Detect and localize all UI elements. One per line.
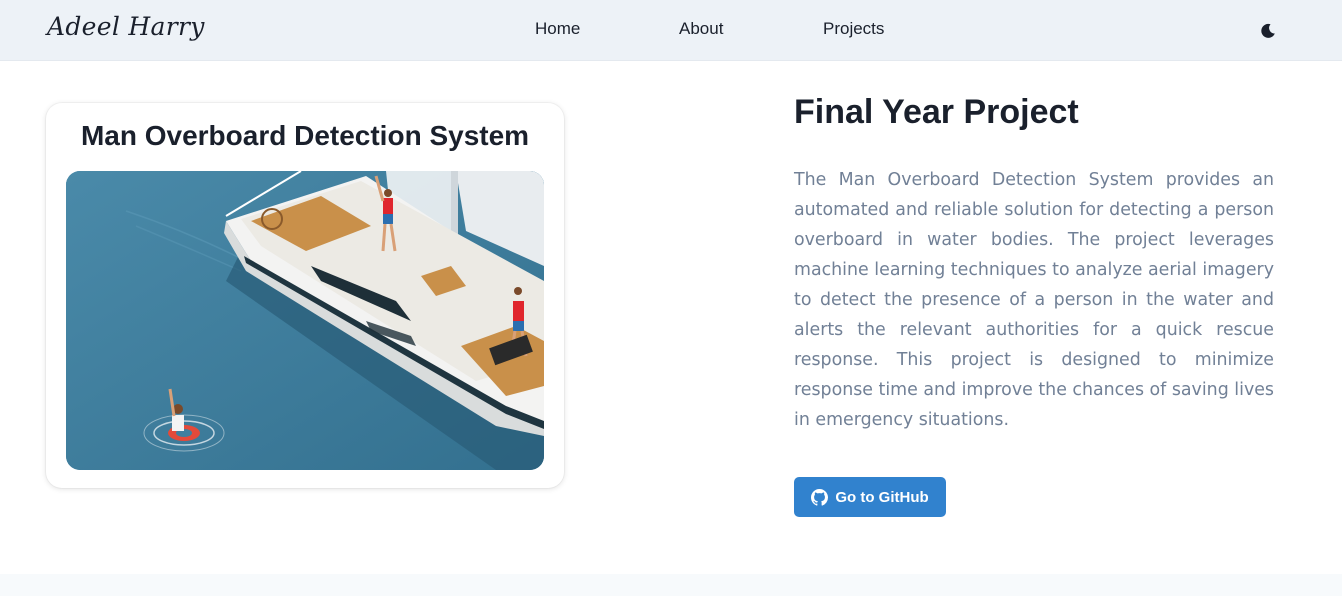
nav-link-projects[interactable]: Projects	[823, 19, 884, 39]
theme-toggle-button[interactable]	[1252, 15, 1284, 47]
project-card: Man Overboard Detection System	[46, 103, 564, 488]
project-description: The Man Overboard Detection System provi…	[794, 170, 1274, 430]
github-button[interactable]: Go to GitHub	[794, 477, 946, 517]
brand-logo[interactable]: Adeel Harry	[47, 12, 205, 41]
project-heading: Final Year Project	[794, 93, 1079, 131]
moon-icon	[1261, 23, 1275, 38]
project-card-title: Man Overboard Detection System	[80, 120, 530, 151]
footer-strip	[0, 574, 1342, 596]
navbar: Adeel Harry Home About Projects	[0, 0, 1342, 61]
sailboat-man-overboard-illustration	[66, 171, 544, 470]
github-icon	[811, 488, 829, 506]
nav-link-home[interactable]: Home	[535, 19, 580, 39]
github-button-label: Go to GitHub	[835, 488, 929, 506]
project-image	[66, 171, 544, 470]
nav-link-about[interactable]: About	[679, 19, 723, 39]
